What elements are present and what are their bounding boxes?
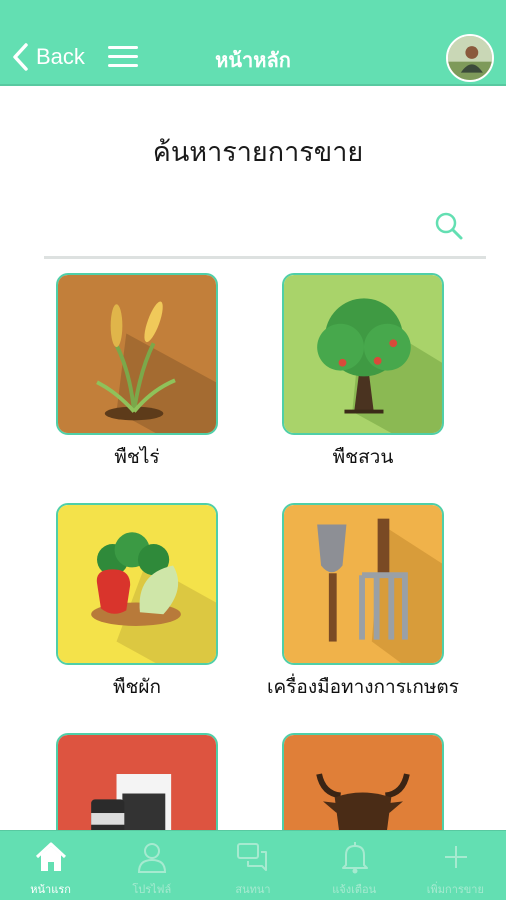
- bottom-tab-bar: หน้าแรก โปรไฟล์ สนทนา แจ้งเตือน เพิ่มการ…: [0, 830, 506, 900]
- profile-icon: [138, 843, 167, 873]
- search-heading: ค้นหารายการขาย: [152, 137, 364, 168]
- search-divider: [44, 256, 486, 259]
- page-title: หน้าหลัก: [215, 48, 291, 72]
- tab-notifications[interactable]: แจ้งเตือน: [304, 831, 405, 900]
- farm-tools-image: [282, 503, 444, 665]
- chat-icon: [237, 843, 268, 871]
- field-crops-image: [56, 273, 218, 435]
- orchard-image: [282, 273, 444, 435]
- tab-chat[interactable]: สนทนา: [202, 831, 303, 900]
- tab-label: โปรไฟล์: [132, 883, 172, 896]
- tab-label: หน้าแรก: [30, 883, 71, 896]
- category-label: พืชผัก: [112, 676, 162, 698]
- tab-label: สนทนา: [235, 883, 271, 896]
- category-label: พืชสวน: [332, 446, 394, 468]
- tab-home[interactable]: หน้าแรก: [0, 831, 101, 900]
- tab-label: แจ้งเตือน: [332, 883, 377, 896]
- tab-profile[interactable]: โปรไฟล์: [101, 831, 202, 900]
- category-label: เครื่องมือทางการเกษตร: [267, 676, 459, 698]
- plus-icon: [444, 846, 467, 868]
- search-input[interactable]: [44, 205, 424, 249]
- bell-icon: [341, 842, 368, 874]
- vegetables-image: [56, 503, 218, 665]
- tab-label: เพิ่มการขาย: [426, 883, 484, 896]
- category-label: พืชไร่: [114, 446, 160, 468]
- tab-add-listing[interactable]: เพิ่มการขาย: [405, 831, 506, 900]
- avatar[interactable]: [446, 34, 494, 82]
- app-header: Back หน้าหลัก: [0, 0, 506, 86]
- home-icon: [35, 842, 67, 871]
- search-icon[interactable]: [433, 210, 465, 242]
